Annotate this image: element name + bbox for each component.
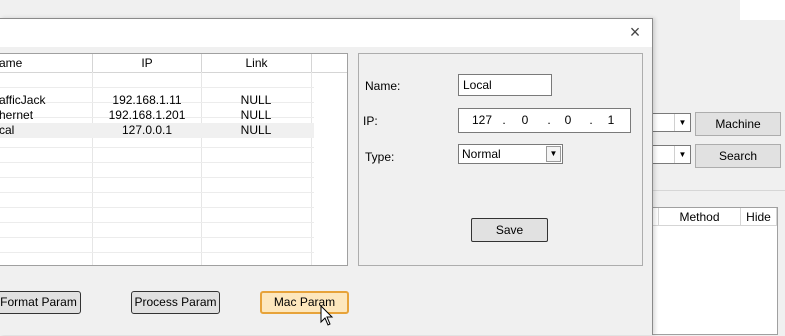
grid-line: [0, 87, 314, 88]
process-param-button[interactable]: Process Param: [131, 291, 220, 314]
name-field[interactable]: Local: [458, 74, 552, 96]
type-label: Type:: [365, 150, 395, 164]
chevron-down-icon[interactable]: ▼: [546, 146, 561, 162]
type-select-value: Normal: [462, 147, 501, 161]
grid-line: [0, 207, 314, 208]
column-header-ip[interactable]: IP: [93, 54, 202, 72]
list-item[interactable]: hernet 192.168.1.201 NULL: [0, 108, 314, 123]
ip-address-field[interactable]: 127 . 0 . 0 . 1: [458, 108, 631, 133]
machine-button[interactable]: Machine: [695, 112, 781, 136]
list-header: ame IP Link: [0, 54, 347, 73]
list-item-selected[interactable]: cal 127.0.0.1 NULL: [0, 123, 314, 138]
ip-octet-2[interactable]: 0: [510, 109, 540, 132]
grid-line: [0, 252, 314, 253]
table-header-hide[interactable]: Hide: [741, 208, 777, 226]
grid-line: [0, 177, 314, 178]
device-dialog: t × ame IP Link afficJack 192.168.1.11 N…: [0, 18, 653, 335]
device-list[interactable]: ame IP Link afficJack 192.168.1.11 NULL …: [0, 53, 348, 266]
ip-dot: .: [589, 113, 593, 127]
close-icon[interactable]: ×: [626, 23, 644, 41]
dialog-titlebar[interactable]: t ×: [0, 19, 652, 47]
column-header-name[interactable]: ame: [0, 54, 93, 72]
chevron-down-icon[interactable]: ▼: [674, 114, 690, 131]
ip-label: IP:: [363, 114, 378, 128]
table-header-method[interactable]: Method: [659, 208, 741, 226]
main-window-toolbar-area: [740, 0, 785, 20]
ip-octet-4[interactable]: 1: [596, 109, 626, 132]
search-combo[interactable]: ▼: [652, 145, 691, 164]
grid-line: [0, 222, 314, 223]
type-select[interactable]: Normal ▼: [458, 144, 563, 164]
device-link: NULL: [240, 108, 272, 122]
search-button[interactable]: Search: [695, 144, 781, 168]
mac-param-button[interactable]: Mac Param: [260, 291, 349, 314]
mouse-pointer-icon: [320, 305, 334, 326]
machine-combo[interactable]: ▼: [652, 113, 691, 132]
device-ip: 192.168.1.11: [112, 93, 182, 107]
name-label: Name:: [365, 79, 401, 93]
device-link: NULL: [240, 93, 272, 107]
device-name: hernet: [0, 108, 34, 122]
device-ip: 127.0.0.1: [121, 123, 173, 137]
list-item[interactable]: afficJack 192.168.1.11 NULL: [0, 93, 314, 108]
grid-line: [0, 147, 314, 148]
ip-dot: .: [502, 113, 506, 127]
column-header-link[interactable]: Link: [202, 54, 312, 72]
save-button[interactable]: Save: [471, 218, 548, 242]
results-table[interactable]: Method Hide: [652, 207, 778, 335]
device-edit-panel: Name: Local IP: 127 . 0 . 0 . 1 Type: No…: [358, 53, 643, 266]
grid-line: [0, 192, 314, 193]
device-link: NULL: [240, 123, 272, 137]
column-header-filler: [312, 54, 347, 72]
device-name: afficJack: [0, 93, 46, 107]
chevron-down-icon[interactable]: ▼: [674, 146, 690, 163]
ip-octet-3[interactable]: 0: [553, 109, 583, 132]
device-ip: 192.168.1.201: [108, 108, 186, 122]
ip-dot: .: [547, 113, 551, 127]
format-param-button[interactable]: Format Param: [0, 291, 81, 314]
device-name: cal: [0, 123, 15, 137]
grid-line: [0, 162, 314, 163]
ip-octet-1[interactable]: 127: [467, 109, 497, 132]
grid-line: [0, 237, 314, 238]
